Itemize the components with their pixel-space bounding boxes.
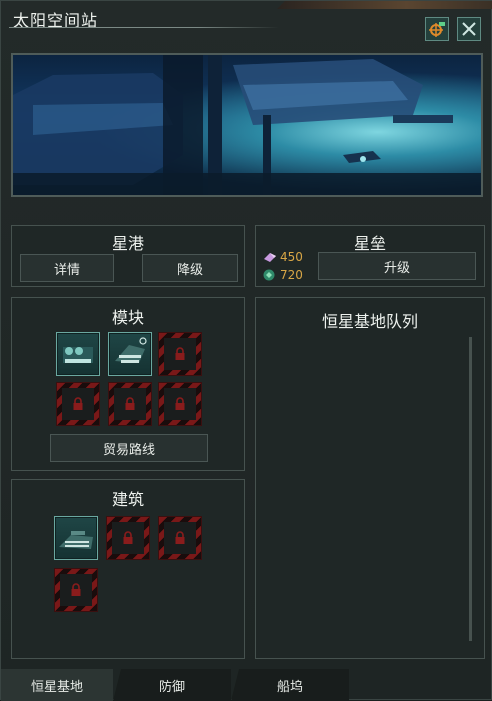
building-icon — [59, 531, 93, 549]
close-button[interactable] — [457, 17, 481, 41]
lock-icon — [175, 347, 185, 360]
starport-panel: 星港 详情 降级 — [11, 225, 245, 287]
starbase-window: 太阳空间站 星港 详情 降级 星垒 450 720 升级 模块 贸易路线 建筑 … — [0, 0, 492, 701]
locked-slot-inner — [114, 388, 146, 420]
building-slot-4[interactable] — [54, 568, 98, 612]
modules-panel: 模块 贸易路线 — [11, 297, 245, 471]
title-ornament — [277, 1, 492, 9]
lock-icon — [123, 531, 133, 544]
lock-icon — [73, 397, 83, 410]
tab-starbase[interactable]: 恒星基地 — [1, 669, 113, 701]
lock-icon — [125, 397, 135, 410]
buildings-panel: 建筑 — [11, 479, 245, 659]
module-slot-4[interactable] — [56, 382, 100, 426]
building-slot-3[interactable] — [158, 516, 202, 560]
trade-route-button[interactable]: 贸易路线 — [50, 434, 208, 462]
buildings-title: 建筑 — [111, 490, 144, 509]
close-icon — [462, 22, 476, 36]
starbase-banner-image — [11, 53, 483, 197]
influence-value: 720 — [280, 268, 303, 282]
downgrade-button[interactable]: 降级 — [142, 254, 238, 282]
locked-slot-inner — [60, 574, 92, 606]
tab-defense[interactable]: 防御 — [113, 669, 231, 701]
module-icon — [115, 337, 147, 363]
locked-slot-inner — [164, 338, 196, 370]
module-icon — [63, 347, 93, 363]
queue-title: 恒星基地队列 — [321, 312, 418, 331]
lock-icon — [175, 531, 185, 544]
camera-target-icon — [429, 22, 445, 37]
starbase-queue-panel: 恒星基地队列 — [255, 297, 485, 659]
module-slot-2[interactable] — [108, 332, 152, 376]
upgrade-button[interactable]: 升级 — [318, 252, 476, 280]
starport-title: 星港 — [111, 234, 144, 253]
alloys-icon — [264, 253, 276, 262]
locked-slot-inner — [112, 522, 144, 554]
lock-icon — [175, 397, 185, 410]
title-underline — [9, 27, 279, 28]
tab-shipyard[interactable]: 船坞 — [231, 669, 349, 701]
details-button[interactable]: 详情 — [20, 254, 114, 282]
queue-scrollbar[interactable] — [469, 337, 472, 641]
building-slot-2[interactable] — [106, 516, 150, 560]
locked-slot-inner — [164, 388, 196, 420]
modules-title: 模块 — [111, 308, 144, 327]
lock-icon — [71, 583, 81, 596]
title-bar: 太阳空间站 — [1, 1, 492, 45]
module-slot-1[interactable] — [56, 332, 100, 376]
locked-slot-inner — [164, 522, 196, 554]
alloys-value: 450 — [280, 250, 303, 264]
locked-slot-inner — [62, 388, 94, 420]
alloys-cost: 450 — [262, 250, 303, 264]
module-slot-6[interactable] — [158, 382, 202, 426]
influence-cost: 720 — [262, 268, 303, 282]
module-slot-5[interactable] — [108, 382, 152, 426]
building-slot-1[interactable] — [54, 516, 98, 560]
citadel-panel: 星垒 450 720 升级 — [255, 225, 485, 287]
influence-icon — [263, 269, 275, 281]
module-slot-3[interactable] — [158, 332, 202, 376]
focus-camera-button[interactable] — [425, 17, 449, 41]
